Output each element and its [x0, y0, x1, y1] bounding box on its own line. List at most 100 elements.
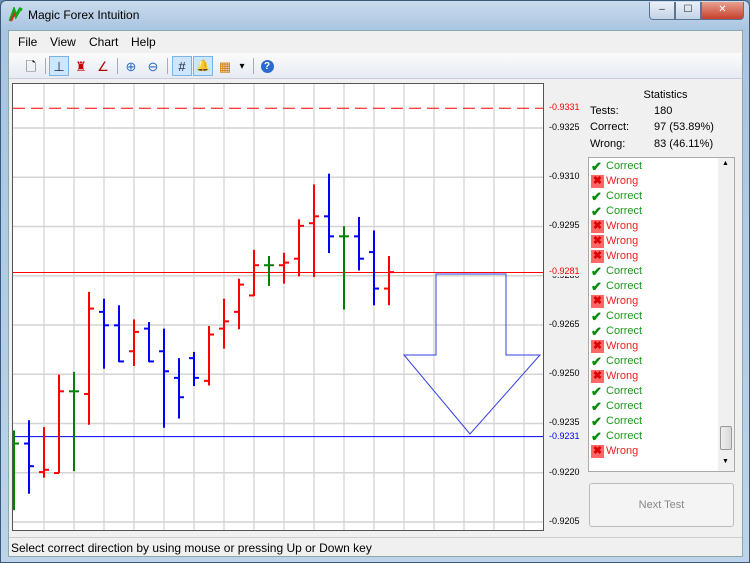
result-item: ✔ Correct	[590, 264, 642, 279]
color-scheme-icon[interactable]: ▦	[215, 56, 235, 76]
y-tick-label: -0.9295	[549, 220, 580, 231]
close-button[interactable]: ✕	[701, 2, 744, 20]
toolbar-separator	[253, 58, 254, 74]
result-label: Wrong	[606, 235, 639, 247]
maximize-button[interactable]: ☐	[675, 2, 701, 20]
minimize-button[interactable]: –	[649, 2, 675, 20]
results-scrollbar[interactable]: ▲ ▼	[718, 158, 734, 471]
y-tick-label: -0.9235	[549, 417, 580, 428]
result-label: Wrong	[606, 295, 639, 307]
result-item: ✔ Correct	[590, 279, 642, 294]
price-axis: -0.9325-0.9310-0.9295-0.9280-0.9265-0.92…	[545, 84, 587, 530]
cross-icon: ✖	[591, 295, 604, 308]
y-tick-label: -0.9310	[549, 171, 580, 182]
app-window: Magic Forex Intuition – ☐ ✕ File View Ch…	[0, 0, 750, 563]
help-icon[interactable]: ?	[257, 56, 277, 76]
zoom-in-icon[interactable]: ⊕	[121, 56, 141, 76]
result-item: ✖ Wrong	[590, 174, 638, 189]
result-label: Correct	[606, 205, 643, 217]
result-label: Wrong	[606, 220, 639, 232]
result-item: ✔ Correct	[590, 429, 642, 444]
menu-view[interactable]: View	[50, 35, 76, 49]
statistics-panel: Statistics Tests: 180 Correct: 97 (53.89…	[587, 83, 744, 533]
scroll-down-arrow-icon[interactable]: ▼	[722, 458, 729, 465]
result-label: Correct	[606, 325, 643, 337]
tests-value: 180	[654, 105, 673, 117]
results-list[interactable]: ✔ Correct ✖ Wrong ✔ Correct ✔ Correct ✖ Wrong ✖ Wro…	[588, 157, 735, 472]
zoom-out-icon[interactable]: ⊖	[143, 56, 163, 76]
check-icon: ✔	[591, 354, 602, 369]
result-label: Correct	[606, 400, 643, 412]
wrong-value: 83 (46.11%)	[654, 138, 714, 150]
y-tick-label: -0.9265	[549, 318, 580, 329]
result-label: Correct	[606, 415, 643, 427]
cross-icon: ✖	[591, 445, 604, 458]
result-label: Correct	[606, 430, 643, 442]
y-tick-label: -0.9325	[549, 122, 580, 132]
help-circle: ?	[260, 60, 274, 73]
result-item: ✖ Wrong	[590, 234, 638, 249]
result-item: ✔ Correct	[590, 189, 642, 204]
check-icon: ✔	[591, 429, 602, 444]
menu-help[interactable]: Help	[131, 35, 156, 49]
result-item: ✔ Correct	[590, 204, 642, 219]
cross-icon: ✖	[591, 340, 604, 353]
down-arrow-icon[interactable]	[402, 273, 542, 435]
result-item: ✔ Correct	[590, 384, 642, 399]
result-item: ✖ Wrong	[590, 294, 638, 309]
candlestick-chart-icon[interactable]: ♜	[71, 56, 91, 76]
y-tick-label: -0.9220	[549, 466, 580, 477]
menu-file[interactable]: File	[18, 35, 37, 49]
result-item: ✖ Wrong	[590, 369, 638, 384]
result-item: ✔ Correct	[590, 414, 642, 429]
scroll-up-arrow-icon[interactable]: ▲	[722, 160, 729, 167]
client-area: File View Chart Help 🗋 ⊥ ♜ ∠ ⊕ ⊖ # 🔔 ▦ ▾…	[8, 30, 743, 557]
result-label: Correct	[606, 355, 643, 367]
result-label: Correct	[606, 190, 643, 202]
result-label: Wrong	[606, 250, 639, 262]
result-item: ✖ Wrong	[590, 339, 638, 354]
correct-label: Correct:	[590, 121, 630, 133]
result-label: Wrong	[606, 445, 639, 457]
cross-icon: ✖	[591, 175, 604, 188]
cross-icon: ✖	[591, 220, 604, 233]
menu-chart[interactable]: Chart	[89, 35, 118, 49]
alert-bell-icon[interactable]: 🔔	[193, 56, 213, 76]
cross-icon: ✖	[591, 370, 604, 383]
check-icon: ✔	[591, 279, 602, 294]
result-label: Correct	[606, 385, 643, 397]
next-test-button[interactable]: Next Test	[589, 483, 734, 527]
toolbar: 🗋 ⊥ ♜ ∠ ⊕ ⊖ # 🔔 ▦ ▾ ?	[9, 53, 742, 79]
new-document-icon[interactable]: 🗋	[21, 56, 41, 76]
result-item: ✔ Correct	[590, 354, 642, 369]
result-label: Wrong	[606, 370, 639, 382]
check-icon: ✔	[591, 204, 602, 219]
cross-icon: ✖	[591, 250, 604, 263]
price-chart[interactable]	[12, 83, 544, 531]
result-item: ✖ Wrong	[590, 444, 638, 459]
result-label: Wrong	[606, 340, 639, 352]
y-tick-label: -0.9250	[549, 368, 580, 379]
check-icon: ✔	[591, 324, 602, 339]
toolbar-separator	[45, 58, 46, 74]
bar-chart-icon[interactable]: ⊥	[49, 56, 69, 76]
result-item: ✔ Correct	[590, 159, 642, 174]
line-chart-icon[interactable]: ∠	[93, 56, 113, 76]
check-icon: ✔	[591, 309, 602, 324]
result-label: Correct	[606, 280, 643, 292]
check-icon: ✔	[591, 189, 602, 204]
dropdown-arrow-icon[interactable]: ▾	[236, 56, 248, 76]
grid-icon[interactable]: #	[172, 56, 192, 76]
price-level-label: -0.9331	[549, 102, 580, 113]
wrong-label: Wrong:	[590, 138, 626, 150]
scrollbar-thumb[interactable]	[720, 426, 732, 450]
cross-icon: ✖	[591, 235, 604, 248]
result-item: ✔ Correct	[590, 324, 642, 339]
result-label: Correct	[606, 265, 643, 277]
check-icon: ✔	[591, 264, 602, 279]
tests-label: Tests:	[590, 105, 619, 117]
correct-value: 97 (53.89%)	[654, 121, 714, 133]
check-icon: ✔	[591, 399, 602, 414]
result-item: ✖ Wrong	[590, 219, 638, 234]
result-item: ✔ Correct	[590, 399, 642, 414]
